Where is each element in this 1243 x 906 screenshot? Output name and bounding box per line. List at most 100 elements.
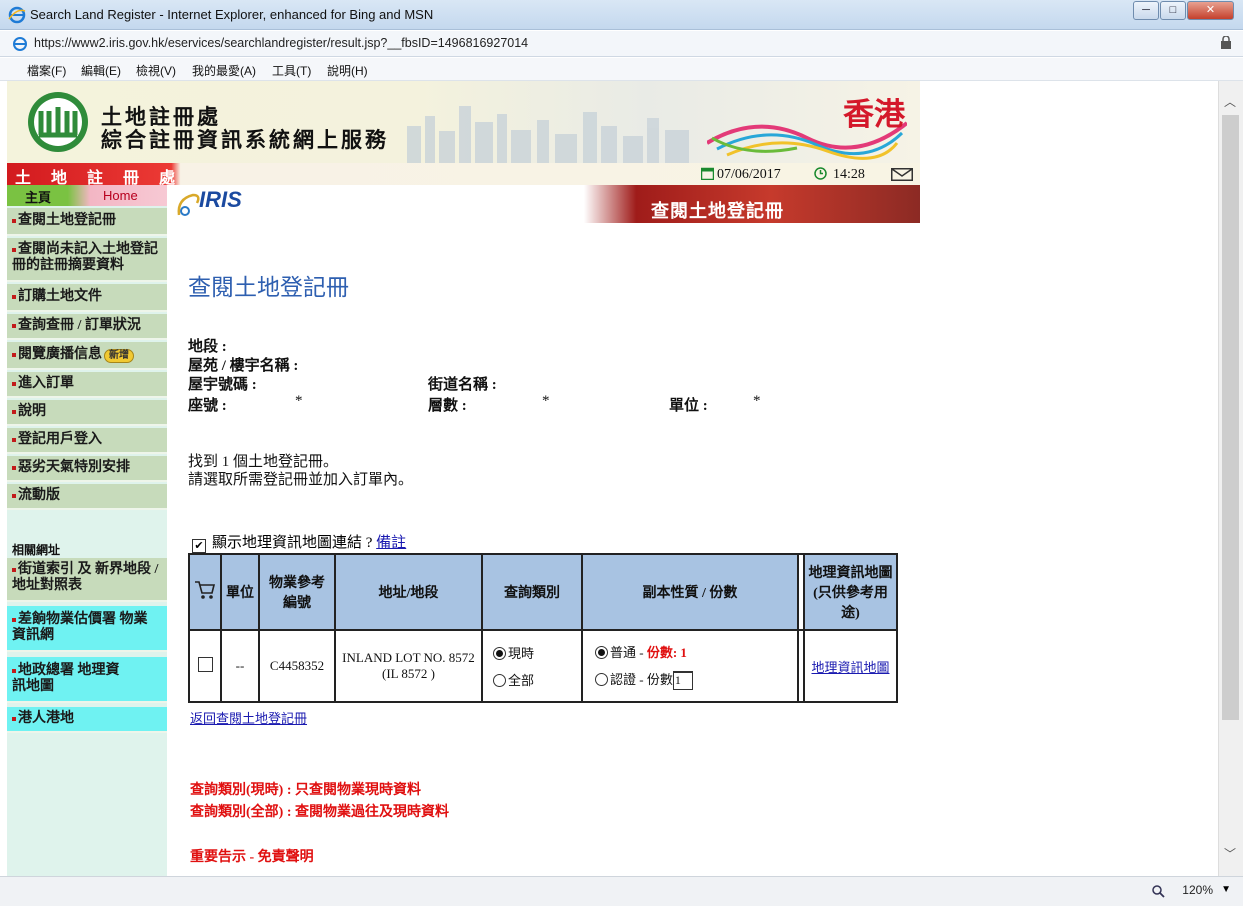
copy-ordinary-radio[interactable] bbox=[595, 646, 608, 659]
sidebar-item-help[interactable]: 說明 bbox=[7, 400, 167, 426]
scroll-down-icon[interactable]: ﹀ bbox=[1224, 845, 1236, 862]
select-checkbox[interactable] bbox=[197, 656, 213, 672]
url-text[interactable]: https://www2.iris.gov.hk/eservices/searc… bbox=[34, 36, 528, 50]
copy-certified-radio[interactable] bbox=[595, 673, 608, 686]
floor-value: * bbox=[542, 393, 550, 409]
building-no-label: 屋宇號碼 : bbox=[188, 377, 257, 393]
page-title: 查閱土地登記冊 bbox=[188, 275, 349, 300]
search-type-current-radio[interactable] bbox=[493, 647, 506, 660]
unit-header: 單位 bbox=[220, 553, 260, 631]
home-link[interactable]: 主頁 Home bbox=[7, 185, 167, 206]
back-link[interactable]: 返回查閱土地登記冊 bbox=[190, 708, 307, 727]
restore-button[interactable]: □ bbox=[1160, 1, 1186, 20]
copy-ordinary[interactable]: 普通 - 份數: 1 bbox=[595, 642, 797, 661]
block-value: * bbox=[295, 393, 303, 409]
table-row: -- C4458352 INLAND LOT NO. 8572 (IL 8572 … bbox=[188, 629, 898, 703]
header-strip: 土 地 註 冊 處 07/06/2017 14:28 bbox=[7, 163, 920, 187]
sidebar-item-broadcast[interactable]: 閱覽廣播信息 新增 bbox=[7, 342, 167, 370]
sidebar: 主頁 Home 查閱土地登記冊 查閱尚未記入土地登記冊的註冊摘要資料 訂購土地文… bbox=[7, 185, 167, 876]
window-titlebar: Search Land Register - Internet Explorer… bbox=[0, 0, 1243, 30]
cart-header bbox=[188, 553, 222, 631]
prn-cell: C4458352 bbox=[258, 629, 336, 703]
sidebar-item-search-land-register[interactable]: 查閱土地登記冊 bbox=[7, 208, 167, 236]
street-label: 街道名稱 : bbox=[428, 377, 497, 393]
unit-cell: -- bbox=[220, 629, 260, 703]
search-type-all-radio[interactable] bbox=[493, 674, 506, 687]
sidebar-item-user-login[interactable]: 登記用戶登入 bbox=[7, 428, 167, 454]
zoom-level[interactable]: 120% bbox=[1182, 883, 1213, 897]
gis-option: ✔ 顯示地理資訊地圖連結 ? 備註 bbox=[192, 531, 406, 553]
minimize-button[interactable]: ─ bbox=[1133, 1, 1159, 20]
current-time: 14:28 bbox=[833, 167, 865, 182]
remarks-link[interactable]: 備註 bbox=[376, 535, 406, 551]
address-header: 地址/地段 bbox=[334, 553, 483, 631]
mail-icon[interactable] bbox=[891, 168, 913, 181]
results-table: 單位 物業參考編號 地址/地段 查詢類別 副本性質 / 份數 地理資訊地圖 (只… bbox=[188, 553, 898, 703]
lock-icon[interactable] bbox=[1221, 36, 1231, 49]
clock-icon bbox=[814, 167, 827, 180]
sidebar-item-search-memorials[interactable]: 查閱尚未記入土地登記冊的註冊摘要資料 bbox=[7, 238, 167, 282]
address-bar[interactable]: https://www2.iris.gov.hk/eservices/searc… bbox=[0, 31, 1243, 57]
menu-edit[interactable]: 編輯(E) bbox=[81, 62, 121, 79]
copy-certified[interactable]: 認證 - 份數 1 bbox=[595, 669, 797, 690]
page-viewport: 土地註冊處 綜合註冊資訊系統網上服務 香港 土 地 註 冊 處 07/06/20… bbox=[7, 81, 1218, 876]
menu-favorites[interactable]: 我的最愛(A) bbox=[192, 62, 256, 79]
certified-qty-input[interactable]: 1 bbox=[672, 671, 693, 690]
gis-checkbox-label: 顯示地理資訊地圖連結 ? bbox=[212, 535, 373, 551]
related-link-hk-land[interactable]: 港人港地 bbox=[7, 707, 167, 733]
address-lot: (IL 8572 ) bbox=[382, 666, 435, 681]
select-message: 請選取所需登記冊並加入訂單內。 bbox=[188, 472, 414, 488]
menu-tools[interactable]: 工具(T) bbox=[272, 62, 311, 79]
home-label-zh[interactable]: 主頁 bbox=[25, 187, 51, 206]
address-line: INLAND LOT NO. 8572 bbox=[342, 650, 475, 665]
hong-kong-logo-text: 香港 bbox=[843, 97, 905, 132]
current-date: 07/06/2017 bbox=[717, 167, 781, 182]
vertical-scrollbar[interactable]: ︿ ﹀ bbox=[1218, 81, 1243, 876]
related-link-street-index[interactable]: 街道索引 及 新界地段 / 地址對照表 bbox=[7, 558, 167, 602]
banner-title: 查閱土地登記冊 bbox=[651, 201, 784, 221]
search-type-current[interactable]: 現時 bbox=[493, 643, 581, 662]
gis-map-link[interactable]: 地理資訊地圖 bbox=[811, 660, 889, 675]
zoom-icon[interactable] bbox=[1152, 885, 1165, 898]
header-subtitle-zh: 綜合註冊資訊系統網上服務 bbox=[101, 128, 389, 152]
search-type-all[interactable]: 全部 bbox=[493, 670, 581, 689]
calendar-icon bbox=[701, 167, 714, 180]
sidebar-item-weather[interactable]: 惡劣天氣特別安排 bbox=[7, 456, 167, 482]
zoom-dropdown-icon[interactable]: ▼ bbox=[1221, 884, 1231, 895]
window-title: Search Land Register - Internet Explorer… bbox=[30, 7, 434, 22]
scrollbar-thumb[interactable] bbox=[1222, 115, 1239, 720]
sidebar-item-order-status[interactable]: 查詢查冊 / 訂單狀況 bbox=[7, 314, 167, 340]
related-link-lands-map[interactable]: 地政總署 地理資訊地圖 bbox=[7, 657, 167, 703]
ie-logo-icon bbox=[8, 6, 26, 24]
related-links-label: 相關網址 bbox=[12, 543, 61, 557]
sidebar-item-order-documents[interactable]: 訂購土地文件 bbox=[7, 284, 167, 312]
related-link-rvd[interactable]: 差餉物業估價署 物業資訊網 bbox=[7, 606, 167, 652]
sidebar-item-mobile[interactable]: 流動版 bbox=[7, 484, 167, 510]
land-registry-logo-icon bbox=[28, 92, 88, 152]
close-button[interactable]: ✕ bbox=[1187, 1, 1234, 20]
section-banner: IRIS 查閱土地登記冊 bbox=[173, 185, 920, 223]
gis-checkbox[interactable]: ✔ bbox=[192, 539, 206, 553]
prn-header: 物業參考編號 bbox=[258, 553, 336, 631]
copy-ordinary-qty: 份數: 1 bbox=[646, 645, 687, 660]
copy-type-header: 副本性質 / 份數 bbox=[581, 553, 799, 631]
menu-view[interactable]: 檢視(V) bbox=[136, 62, 176, 79]
iris-logo: IRIS bbox=[199, 187, 242, 212]
note-all: 查詢類別(全部) : 查閱物業過往及現時資料 bbox=[190, 805, 449, 820]
lot-label: 地段 : bbox=[188, 339, 227, 355]
unit-value: * bbox=[753, 393, 761, 409]
note-current: 查詢類別(現時) : 只查閱物業現時資料 bbox=[190, 783, 421, 798]
disclaimer-link[interactable]: 重要告示 - 免責聲明 bbox=[190, 846, 314, 866]
status-bar: 120% ▼ bbox=[0, 876, 1243, 906]
sidebar-item-enter-order[interactable]: 進入訂單 bbox=[7, 372, 167, 398]
menu-bar: 檔案(F) 編輯(E) 檢視(V) 我的最愛(A) 工具(T) 說明(H) bbox=[0, 58, 1243, 81]
estate-label: 屋苑 / 樓宇名稱 : bbox=[188, 358, 299, 374]
menu-help[interactable]: 說明(H) bbox=[327, 62, 368, 79]
home-label-en[interactable]: Home bbox=[103, 188, 138, 203]
select-cell bbox=[188, 629, 222, 703]
menu-file[interactable]: 檔案(F) bbox=[27, 62, 66, 79]
scroll-up-icon[interactable]: ︿ bbox=[1224, 93, 1236, 110]
table-header-row: 單位 物業參考編號 地址/地段 查詢類別 副本性質 / 份數 地理資訊地圖 (只… bbox=[188, 553, 898, 631]
search-type-cell: 現時 全部 bbox=[481, 629, 583, 703]
skyline-graphic-icon bbox=[407, 106, 689, 164]
